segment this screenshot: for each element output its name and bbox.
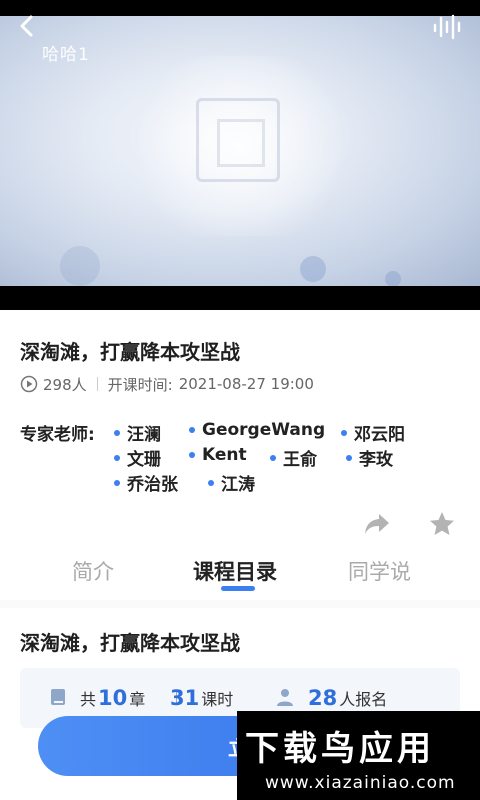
view-count: 298人	[43, 375, 87, 394]
lesson-number: 31	[170, 686, 200, 710]
video-overlay-text: 哈哈1	[42, 45, 90, 65]
expert-name[interactable]: 乔治张	[114, 470, 178, 495]
course-title: 深淘滩，打赢降本攻坚战	[20, 340, 240, 364]
bokeh-light	[300, 256, 326, 282]
watermark-logo-text: 下载鸟应用	[245, 729, 435, 769]
bokeh-light	[385, 271, 401, 286]
chapter-suffix: 章	[129, 690, 146, 709]
expert-name[interactable]: 文珊	[114, 445, 161, 470]
meta-divider	[96, 377, 98, 391]
lesson-suffix: 课时	[201, 690, 234, 709]
lesson-count: 31 课时	[168, 686, 233, 710]
share-icon[interactable]	[362, 510, 392, 538]
play-count-icon	[20, 375, 38, 393]
start-time-value: 2021-08-27 19:00	[178, 375, 314, 393]
expert-name[interactable]: 邓云阳	[341, 420, 405, 445]
catalog-title: 深淘滩，打赢降本攻坚战	[20, 631, 240, 655]
expert-name[interactable]: Kent	[189, 445, 247, 465]
watermark-url: www.xiazainiao.com	[265, 773, 456, 793]
user-icon	[277, 689, 293, 706]
tab-classmates[interactable]: 同学说	[348, 556, 411, 586]
expert-name[interactable]: 王俞	[270, 445, 317, 470]
enrolled-number: 28	[308, 686, 338, 710]
chapter-prefix: 共	[80, 690, 97, 709]
video-logo-watermark	[196, 98, 280, 182]
watermark: 下载鸟应用 www.xiazainiao.com	[237, 711, 480, 800]
book-icon	[51, 689, 65, 705]
expert-name[interactable]: GeorgeWang	[189, 420, 325, 440]
tab-intro[interactable]: 简介	[72, 556, 114, 586]
video-player[interactable]: 哈哈1	[0, 0, 480, 310]
course-meta: 298人 开课时间: 2021-08-27 19:00	[20, 373, 314, 395]
expert-name[interactable]: 李玫	[346, 445, 393, 470]
expert-name[interactable]: 江涛	[208, 470, 255, 495]
experts-label: 专家老师:	[20, 425, 95, 445]
star-icon[interactable]	[428, 510, 456, 538]
active-tab-indicator	[221, 586, 255, 591]
bokeh-light	[60, 246, 100, 286]
section-divider	[0, 600, 480, 608]
tab-catalog[interactable]: 课程目录	[193, 556, 277, 586]
start-time-label: 开课时间:	[107, 375, 173, 394]
chapter-count: 共 10 章	[80, 686, 145, 710]
enrolled-count: 28 人报名	[306, 686, 387, 710]
expert-name[interactable]: 汪澜	[114, 420, 161, 445]
enrolled-suffix: 人报名	[339, 690, 388, 709]
audio-wave-icon[interactable]	[432, 14, 464, 40]
chevron-left-icon[interactable]	[14, 12, 42, 40]
chapter-number: 10	[98, 686, 128, 710]
